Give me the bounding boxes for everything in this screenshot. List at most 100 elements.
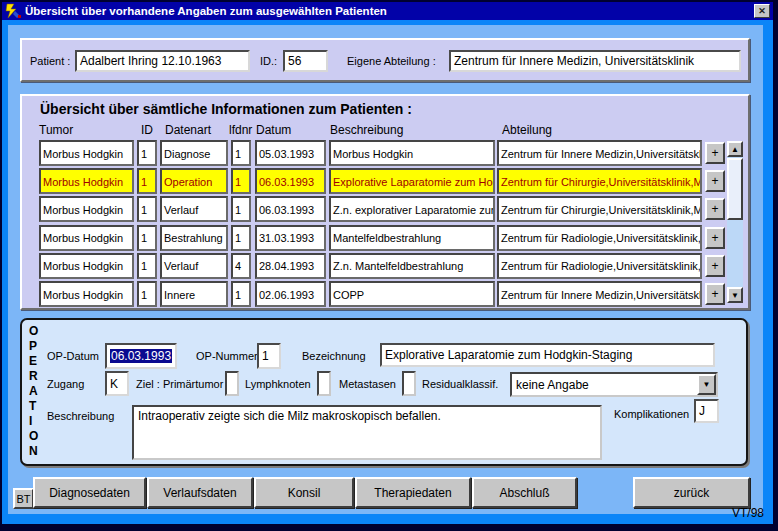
version-label: VT/98 bbox=[732, 506, 764, 520]
cell-lfdnr[interactable]: 1 bbox=[231, 140, 251, 166]
cell-datenart[interactable]: Verlauf bbox=[160, 196, 228, 222]
cell-datenart[interactable]: Bestrahlung bbox=[160, 225, 228, 251]
cell-abteilung[interactable]: Zentrum für Chirurgie,Universitätsklinik… bbox=[497, 196, 702, 222]
cell-id[interactable]: 1 bbox=[137, 281, 157, 307]
residual-label: Residualklassif. bbox=[422, 378, 498, 390]
dropdown-arrow-icon[interactable]: ▼ bbox=[697, 374, 716, 395]
lymphknoten-checkbox[interactable] bbox=[317, 371, 331, 396]
cell-beschreibung[interactable]: COPP bbox=[329, 281, 495, 307]
komplikationen-label: Komplikationen bbox=[614, 408, 689, 420]
table-row[interactable]: Morbus Hodgkin1Verlauf106.03.1993Z.n. ex… bbox=[22, 196, 748, 222]
cell-tumor[interactable]: Morbus Hodgkin bbox=[39, 196, 134, 222]
cell-abteilung[interactable]: Zentrum für Innere Medizin,Universitätsk… bbox=[497, 281, 702, 307]
column-header-datum: Datum bbox=[256, 123, 291, 137]
cell-abteilung[interactable]: Zentrum für Chirurgie,Universitätsklinik… bbox=[497, 168, 702, 194]
op-nummer-input[interactable]: 1 bbox=[257, 343, 281, 369]
komplikationen-input[interactable]: J bbox=[694, 399, 719, 423]
close-button[interactable]: ✕ bbox=[754, 4, 770, 18]
bt-button[interactable]: BT bbox=[13, 488, 34, 509]
primaertumor-checkbox[interactable] bbox=[225, 371, 239, 396]
nav-button-verlaufsdaten[interactable]: Verlaufsdaten bbox=[147, 477, 253, 508]
cell-tumor[interactable]: Morbus Hodgkin bbox=[39, 253, 134, 279]
bezeichnung-input[interactable]: Explorative Laparatomie zum Hodgkin-Stag… bbox=[380, 343, 715, 367]
metastasen-checkbox[interactable] bbox=[402, 371, 416, 396]
cell-beschreibung[interactable]: Explorative Laparatomie zum Hodgkin-Stag… bbox=[329, 168, 495, 194]
table-row[interactable]: Morbus Hodgkin1Verlauf428.04.1993Z.n. Ma… bbox=[22, 253, 748, 279]
table-row[interactable]: Morbus Hodgkin1Diagnose105.03.1993Morbus… bbox=[22, 140, 748, 166]
cell-id[interactable]: 1 bbox=[137, 225, 157, 251]
cell-abteilung[interactable]: Zentrum für Radiologie,Universitätsklini… bbox=[497, 225, 702, 251]
patient-input[interactable]: Adalbert Ihring 12.10.1963 bbox=[75, 50, 250, 72]
cell-beschreibung[interactable]: Morbus Hodgkin bbox=[329, 140, 495, 166]
operation-section-label: OPERATION bbox=[29, 324, 38, 459]
cell-lfdnr[interactable]: 1 bbox=[231, 281, 251, 307]
scroll-down-icon[interactable]: ▼ bbox=[727, 287, 743, 303]
expand-row-button[interactable]: + bbox=[705, 198, 725, 220]
patient-label: Patient : bbox=[30, 55, 70, 67]
op-datum-input[interactable]: 06.03.1993 bbox=[105, 343, 177, 369]
residual-select[interactable]: keine Angabe ▼ bbox=[510, 372, 718, 397]
expand-row-button[interactable]: + bbox=[705, 142, 725, 164]
cell-lfdnr[interactable]: 1 bbox=[231, 168, 251, 194]
cell-datenart[interactable]: Verlauf bbox=[160, 253, 228, 279]
cell-beschreibung[interactable]: Z.n. explorativer Laparatomie zum Hodgki… bbox=[329, 196, 495, 222]
nav-button-abschluß[interactable]: Abschluß bbox=[472, 477, 577, 508]
column-header-datenart: Datenart bbox=[165, 123, 211, 137]
cell-tumor[interactable]: Morbus Hodgkin bbox=[39, 140, 134, 166]
dept-label: Eigene Abteilung : bbox=[347, 55, 436, 67]
bezeichnung-label: Bezeichnung bbox=[302, 350, 366, 362]
cell-beschreibung[interactable]: Mantelfeldbestrahlung bbox=[329, 225, 495, 251]
cell-datum[interactable]: 31.03.1993 bbox=[255, 225, 326, 251]
nav-button-konsil[interactable]: Konsil bbox=[254, 477, 354, 508]
cell-datum[interactable]: 02.06.1993 bbox=[255, 281, 326, 307]
cell-datum[interactable]: 06.03.1993 bbox=[255, 168, 326, 194]
lymphknoten-label: Lymphknoten bbox=[245, 378, 311, 390]
expand-row-button[interactable]: + bbox=[705, 283, 725, 305]
cell-abteilung[interactable]: Zentrum für Innere Medizin,Universitätsk… bbox=[497, 140, 702, 166]
table-row[interactable]: Morbus Hodgkin1Operation106.03.1993Explo… bbox=[22, 168, 748, 194]
expand-row-button[interactable]: + bbox=[705, 227, 725, 249]
cell-id[interactable]: 1 bbox=[137, 196, 157, 222]
patient-info-panel: Patient : Adalbert Ihring 12.10.1963 ID.… bbox=[20, 38, 750, 82]
cell-datum[interactable]: 28.04.1993 bbox=[255, 253, 326, 279]
cell-tumor[interactable]: Morbus Hodgkin bbox=[39, 225, 134, 251]
scroll-thumb[interactable] bbox=[727, 158, 743, 220]
table-scrollbar[interactable]: ▲ ▼ bbox=[727, 141, 743, 303]
operation-panel: OPERATION OP-Datum 06.03.1993 OP-Nummer … bbox=[20, 318, 748, 466]
cell-abteilung[interactable]: Zentrum für Radiologie,Universitätsklini… bbox=[497, 253, 702, 279]
nav-button-therapiedaten[interactable]: Therapiedaten bbox=[355, 477, 471, 508]
cell-lfdnr[interactable]: 4 bbox=[231, 253, 251, 279]
table-row[interactable]: Morbus Hodgkin1Bestrahlung131.03.1993Man… bbox=[22, 225, 748, 251]
cell-id[interactable]: 1 bbox=[137, 168, 157, 194]
cell-id[interactable]: 1 bbox=[137, 140, 157, 166]
beschreibung-label: Beschreibung bbox=[47, 410, 114, 422]
cell-datenart[interactable]: Innere bbox=[160, 281, 228, 307]
patient-id-input[interactable]: 56 bbox=[283, 50, 328, 72]
cell-datenart[interactable]: Diagnose bbox=[160, 140, 228, 166]
table-row[interactable]: Morbus Hodgkin1Innere102.06.1993COPPZent… bbox=[22, 281, 748, 307]
column-header-lfdnr: lfdnr bbox=[229, 123, 252, 137]
zugang-input[interactable]: K bbox=[105, 371, 129, 396]
cell-lfdnr[interactable]: 1 bbox=[231, 225, 251, 251]
cell-id[interactable]: 1 bbox=[137, 253, 157, 279]
overview-panel: Übersicht über sämtliche Informationen z… bbox=[20, 94, 750, 310]
expand-row-button[interactable]: + bbox=[705, 255, 725, 277]
expand-row-button[interactable]: + bbox=[705, 170, 725, 192]
cell-lfdnr[interactable]: 1 bbox=[231, 196, 251, 222]
op-nummer-label: OP-Nummer bbox=[196, 350, 258, 362]
cell-tumor[interactable]: Morbus Hodgkin bbox=[39, 281, 134, 307]
cell-beschreibung[interactable]: Z.n. Mantelfeldbestrahlung bbox=[329, 253, 495, 279]
column-header-abteilung: Abteilung bbox=[502, 123, 552, 137]
nav-button-diagnosedaten[interactable]: Diagnosedaten bbox=[33, 477, 146, 508]
zurueck-button[interactable]: zurück bbox=[633, 477, 750, 508]
cell-datum[interactable]: 05.03.1993 bbox=[255, 140, 326, 166]
dept-input[interactable]: Zentrum für Innere Medizin, Universitäts… bbox=[449, 50, 741, 72]
cell-datum[interactable]: 06.03.1993 bbox=[255, 196, 326, 222]
ziel-primaertumor-label: Ziel : Primärtumor bbox=[136, 378, 223, 390]
client-area: Patient : Adalbert Ihring 12.10.1963 ID.… bbox=[8, 25, 763, 514]
scroll-up-icon[interactable]: ▲ bbox=[727, 141, 743, 157]
cell-datenart[interactable]: Operation bbox=[160, 168, 228, 194]
beschreibung-textarea[interactable]: Intraoperativ zeigte sich die Milz makro… bbox=[132, 405, 602, 460]
cell-tumor[interactable]: Morbus Hodgkin bbox=[39, 168, 134, 194]
patient-id-label: ID.: bbox=[260, 55, 277, 67]
